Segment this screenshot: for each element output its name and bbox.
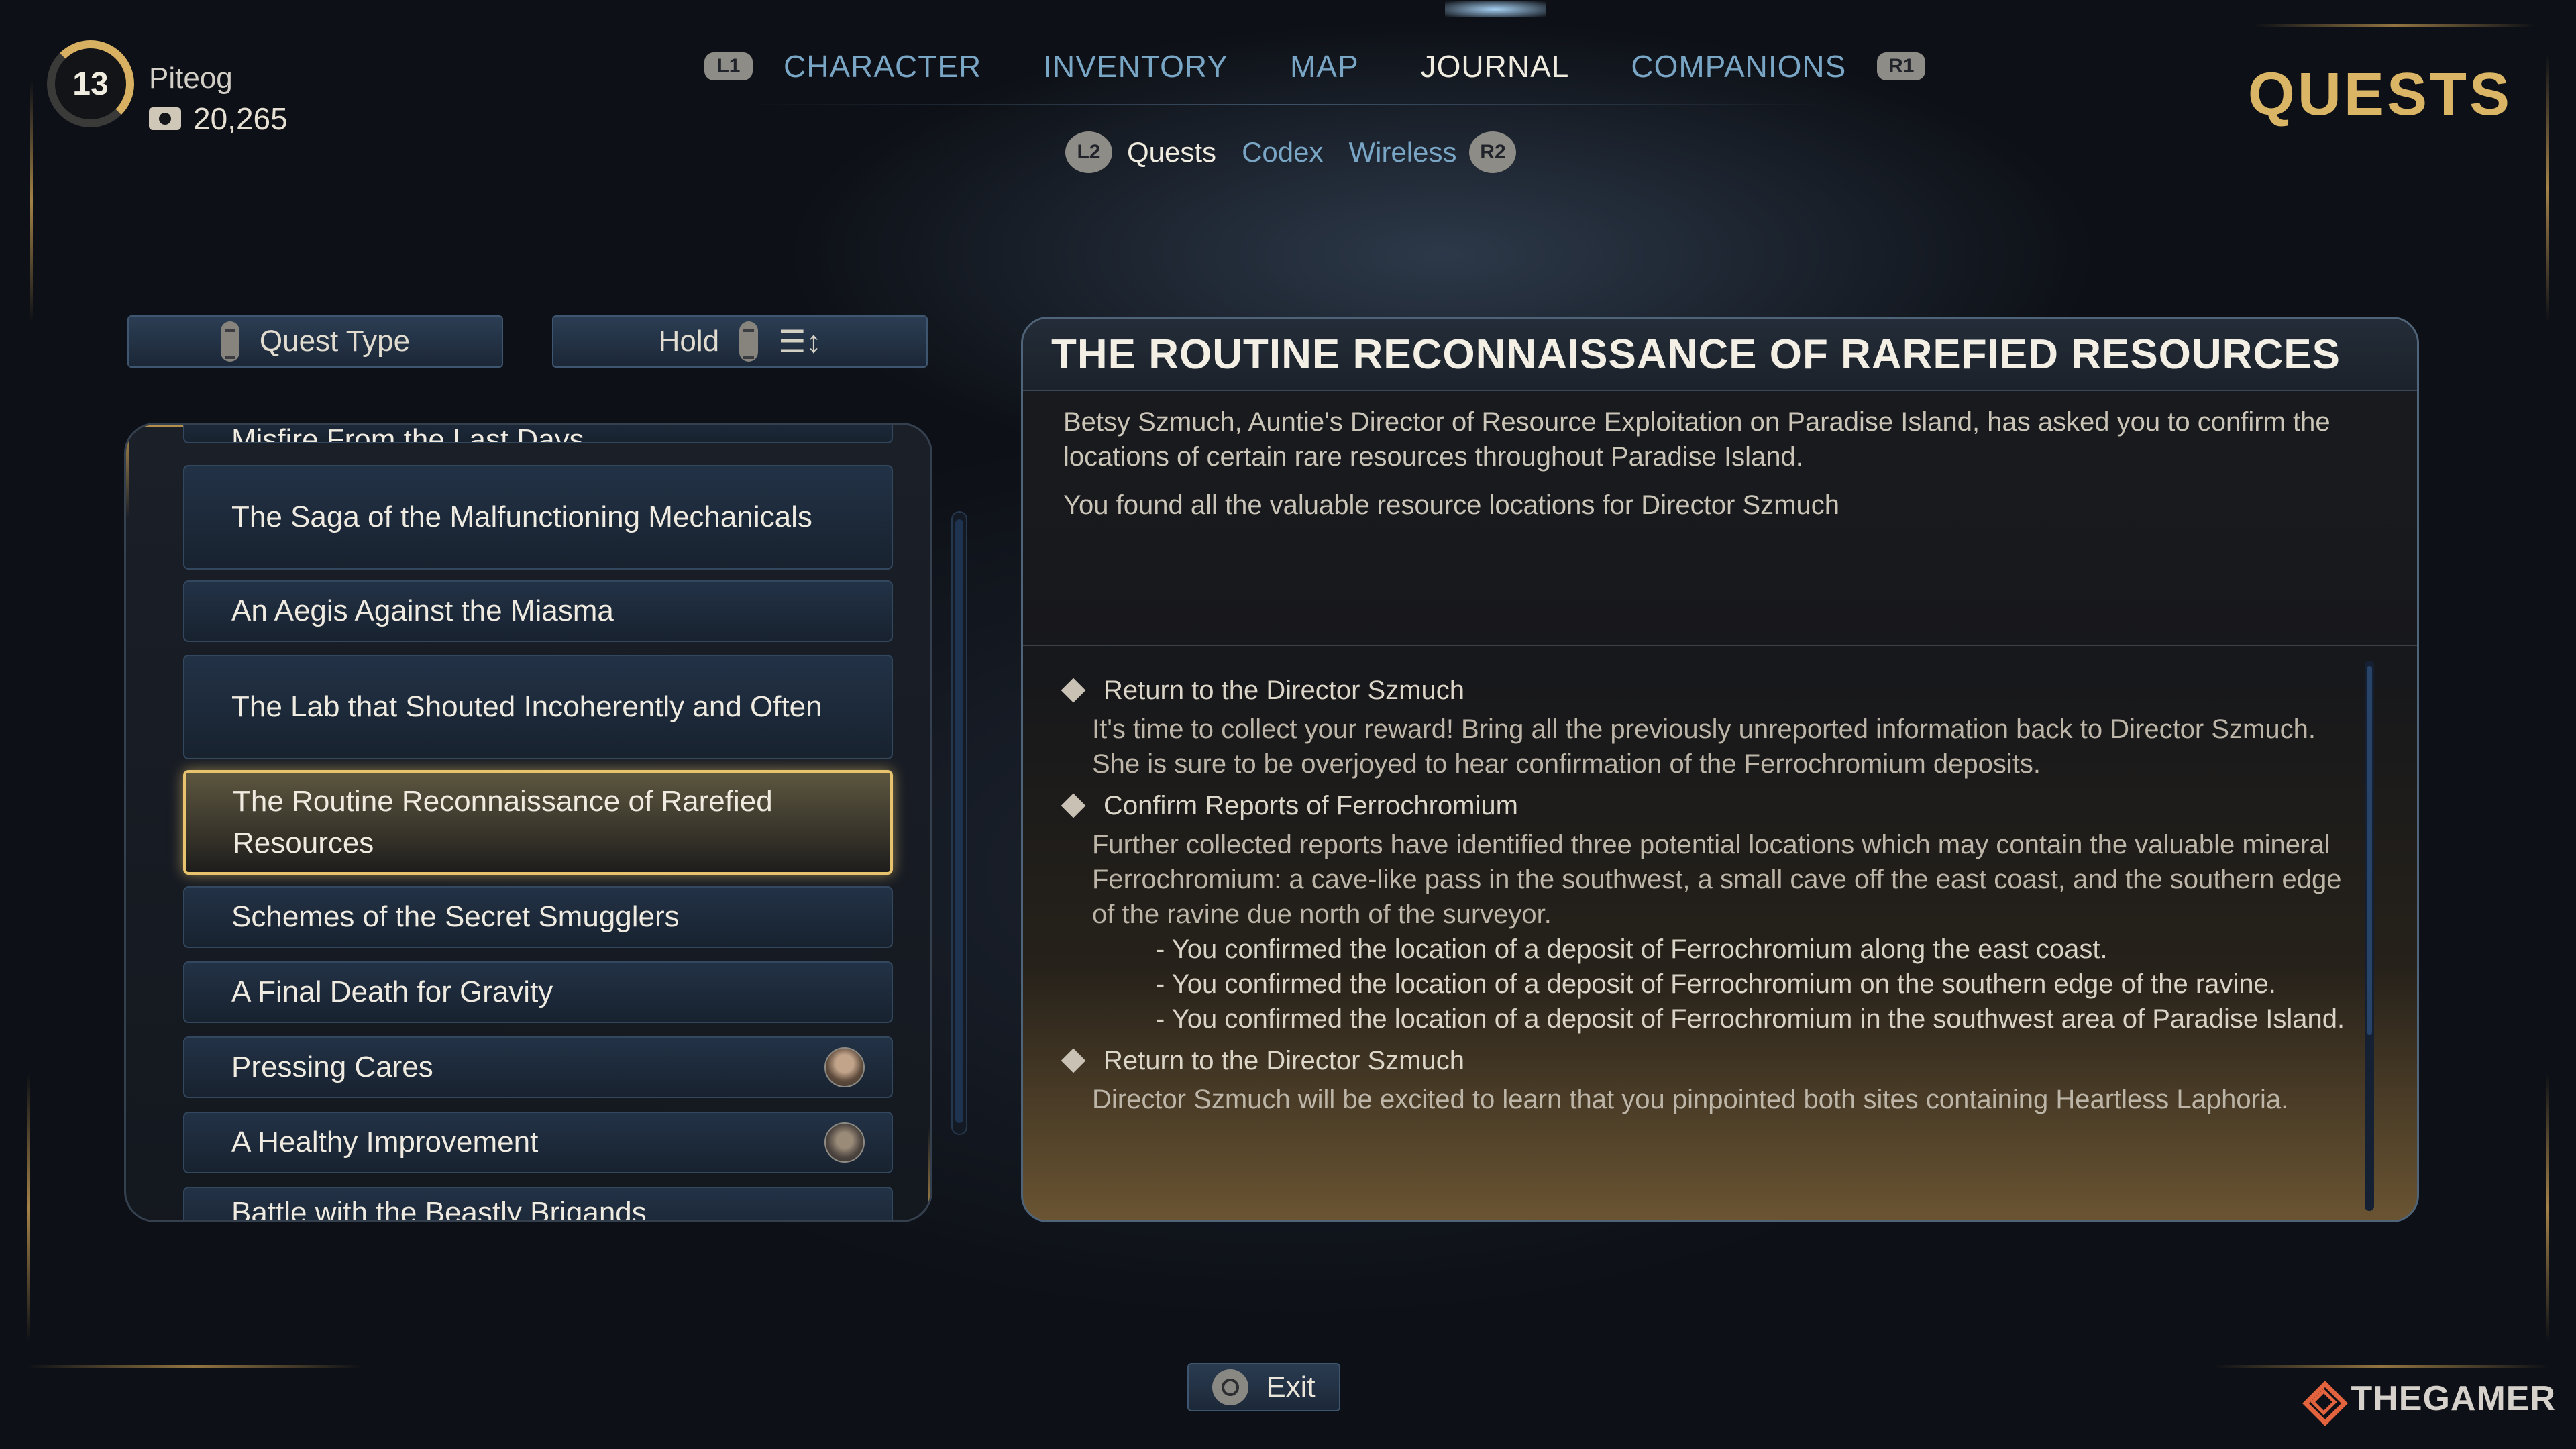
tab-companions[interactable]: COMPANIONS (1631, 48, 1846, 85)
objective-diamond-icon (1061, 1048, 1086, 1073)
quest-list-scrollbar[interactable] (951, 511, 967, 1135)
objectives-list: Return to the Director Szmuch It's time … (1023, 646, 2417, 1117)
quest-progress-note: You found all the valuable resource loca… (1063, 490, 1839, 520)
page-title: QUESTS (2247, 61, 2512, 128)
sort-icon: ☰↕ (778, 324, 822, 359)
objective: Return to the Director Szmuch It's time … (1061, 673, 2357, 782)
r1-button-hint[interactable]: R1 (1877, 52, 1926, 80)
watermark-text: THEGAMER (2351, 1379, 2556, 1418)
frame-bottom-left-line (27, 1365, 362, 1368)
exit-button[interactable]: Exit (1187, 1363, 1340, 1411)
objective-diamond-icon (1061, 793, 1086, 818)
objective-title: Return to the Director Szmuch (1104, 1046, 1464, 1075)
quest-list-item[interactable]: The Saga of the Malfunctioning Mechanica… (183, 465, 893, 570)
tab-journal[interactable]: JOURNAL (1421, 48, 1570, 85)
sort-hold-control[interactable]: Hold ☰↕ (552, 315, 928, 368)
objective-subitem: - You confirmed the location of a deposi… (1156, 934, 2108, 964)
l2-button-hint[interactable]: L2 (1065, 131, 1112, 173)
quest-title: A Healthy Improvement (231, 1126, 539, 1159)
level-number: 13 (72, 66, 109, 102)
quest-title: Battle with the Beastly Brigands (231, 1196, 647, 1222)
quest-type-filter[interactable]: Quest Type (127, 315, 503, 368)
main-nav: L1 CHARACTER INVENTORY MAP JOURNAL COMPA… (704, 43, 1926, 90)
quest-list-item[interactable]: Pressing Cares (183, 1036, 893, 1098)
left-stick-icon (220, 321, 239, 362)
credits-icon (149, 107, 181, 130)
quest-list-item[interactable]: Schemes of the Secret Smugglers (183, 886, 893, 948)
quest-title: Misfire From the Last Days (231, 423, 584, 443)
objective-header: Confirm Reports of Ferrochromium (1061, 788, 2357, 823)
quest-list-item[interactable]: A Healthy Improvement (183, 1112, 893, 1173)
quest-title: The Routine Reconnaissance of Rarefied R… (233, 785, 773, 859)
quest-list-item[interactable]: The Lab that Shouted Incoherently and Of… (183, 655, 893, 759)
quest-list-item[interactable]: An Aegis Against the Miasma (183, 580, 893, 642)
credits-display: 20,265 (149, 101, 288, 137)
quest-detail-title: THE ROUTINE RECONNAISSANCE OF RAREFIED R… (1023, 319, 2417, 391)
quest-list-item[interactable]: A Final Death for Gravity (183, 961, 893, 1023)
quest-list-item[interactable]: Battle with the Beastly Brigands (183, 1187, 893, 1222)
companion-avatar (824, 1122, 865, 1163)
right-stick-icon (739, 321, 759, 362)
tab-map[interactable]: MAP (1290, 48, 1359, 85)
objective-title: Confirm Reports of Ferrochromium (1104, 791, 1518, 820)
objective-description: Further collected reports have identifie… (1092, 830, 2342, 929)
objective-subitem: - You confirmed the location of a deposi… (1156, 1004, 2345, 1034)
quest-list-item-selected[interactable]: The Routine Reconnaissance of Rarefied R… (183, 770, 893, 875)
watermark: THEGAMER (2297, 1375, 2556, 1422)
quest-type-label: Quest Type (259, 325, 411, 358)
quest-list: Misfire From the Last Days The Saga of t… (124, 423, 932, 1222)
panel-gold-accent-side (126, 425, 129, 519)
quest-title: An Aegis Against the Miasma (231, 594, 614, 627)
exit-label: Exit (1266, 1371, 1316, 1403)
quest-title: Schemes of the Secret Smugglers (231, 900, 680, 933)
subtab-codex[interactable]: Codex (1242, 136, 1323, 168)
hold-label: Hold (658, 325, 720, 358)
objective-description: Director Szmuch will be excited to learn… (1092, 1085, 2289, 1114)
quest-summary: Betsy Szmuch, Auntie's Director of Resou… (1023, 391, 2417, 646)
objective: Confirm Reports of Ferrochromium Further… (1061, 788, 2357, 1036)
thegamer-logo-icon (2297, 1375, 2344, 1422)
l1-button-hint[interactable]: L1 (704, 52, 753, 80)
tab-character[interactable]: CHARACTER (784, 48, 981, 85)
quest-title: Pressing Cares (231, 1051, 433, 1083)
objective-title: Return to the Director Szmuch (1104, 676, 1464, 705)
panel-gold-accent-corner (928, 1126, 930, 1220)
journal-subnav: L2 Quests Codex Wireless R2 (1065, 131, 1517, 173)
subtab-quests[interactable]: Quests (1127, 136, 1216, 168)
objective-diamond-icon (1061, 678, 1086, 703)
tab-inventory[interactable]: INVENTORY (1043, 48, 1228, 85)
frame-left-bottom-line (27, 1073, 30, 1342)
quest-list-item[interactable]: Misfire From the Last Days (183, 423, 893, 443)
frame-bottom-right-line (2214, 1365, 2549, 1368)
nav-divider (738, 104, 1838, 105)
subtab-wireless[interactable]: Wireless (1348, 136, 1456, 168)
frame-right-line (2546, 54, 2549, 322)
credits-amount: 20,265 (193, 101, 288, 136)
detail-scrollbar[interactable] (2365, 661, 2374, 1211)
objective-header: Return to the Director Szmuch (1061, 1043, 2357, 1078)
objective-subitem: - You confirmed the location of a deposi… (1156, 969, 2276, 999)
player-name: Piteog (149, 62, 233, 95)
quest-detail-panel: THE ROUTINE RECONNAISSANCE OF RAREFIED R… (1021, 317, 2419, 1222)
circle-button-icon (1212, 1369, 1249, 1405)
objective-header: Return to the Director Szmuch (1061, 673, 2357, 708)
companion-avatar (824, 1047, 865, 1087)
frame-top-right-line (2254, 24, 2536, 27)
objective: Return to the Director Szmuch Director S… (1061, 1043, 2357, 1117)
r2-button-hint[interactable]: R2 (1469, 131, 1517, 173)
quest-title: The Saga of the Malfunctioning Mechanica… (231, 500, 812, 533)
quest-title: A Final Death for Gravity (231, 975, 553, 1008)
quest-title: The Lab that Shouted Incoherently and Of… (231, 690, 822, 723)
level-badge: 13 (47, 40, 134, 127)
frame-right-bottom-line (2546, 1073, 2549, 1342)
quest-description: Betsy Szmuch, Auntie's Director of Resou… (1063, 407, 2330, 472)
objective-description: It's time to collect your reward! Bring … (1092, 714, 2316, 779)
frame-left-line (30, 80, 33, 322)
quest-list-scroll-thumb[interactable] (955, 519, 963, 1123)
